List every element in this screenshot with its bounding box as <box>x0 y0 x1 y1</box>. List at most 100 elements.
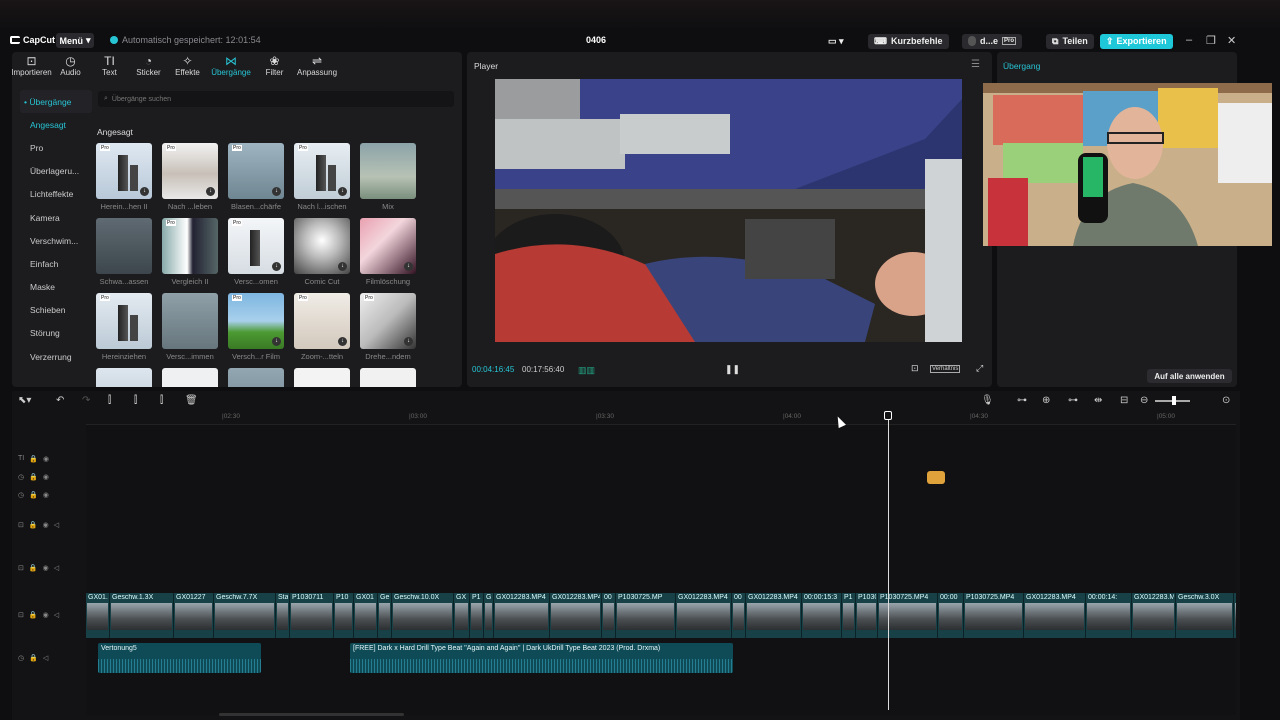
video-clip[interactable]: P1 <box>842 593 856 638</box>
transition-tile[interactable]: Pro <box>96 293 152 349</box>
video-clip[interactable]: P1030711 <box>290 593 334 638</box>
link-icon[interactable]: ⊶ <box>1017 395 1027 406</box>
video-clip[interactable]: Geschw.10.0X <box>392 593 454 638</box>
video-clip[interactable]: P1030 <box>856 593 878 638</box>
transition-tile[interactable] <box>294 368 350 387</box>
video-clip[interactable]: P1030725.MP4 <box>878 593 938 638</box>
category-item[interactable]: Schieben <box>20 299 92 322</box>
lock-icon[interactable]: 🔒 <box>29 473 38 481</box>
snapshot-icon[interactable]: ⊡ <box>911 363 919 374</box>
video-clip[interactable]: 00 <box>732 593 746 638</box>
speaker-icon[interactable]: ◁ <box>54 521 59 529</box>
transition-tile[interactable]: Pro ↓ <box>294 143 350 199</box>
video-clip[interactable]: P1 <box>470 593 484 638</box>
video-clip[interactable]: GX012283.MP4 <box>746 593 802 638</box>
download-icon[interactable]: ↓ <box>140 187 149 196</box>
delete-icon[interactable]: 🗑 <box>185 395 198 406</box>
category-item[interactable]: Maske <box>20 276 92 299</box>
time-ruler[interactable]: |02:30 |03:00 |03:30 |04:00 |04:30 |05:0… <box>86 411 1236 425</box>
export-button[interactable]: ⇪ Exportieren <box>1100 33 1173 49</box>
timeline-scrollbar[interactable] <box>219 713 404 716</box>
keyframe-marker[interactable] <box>927 471 945 484</box>
tool-effects[interactable]: ✧ Effekte <box>168 52 207 80</box>
video-clip[interactable]: Sta <box>276 593 290 638</box>
video-clip[interactable]: F <box>1234 593 1236 638</box>
eye-icon[interactable]: ◉ <box>43 473 49 481</box>
video-clip[interactable]: Geschw.1.3X <box>110 593 174 638</box>
redo-icon[interactable]: ↷ <box>82 395 90 406</box>
pause-icon[interactable]: ❚❚ <box>725 364 740 375</box>
hamburger-menu-icon[interactable]: ☰ <box>971 59 980 70</box>
transition-tile[interactable]: ↓ <box>360 218 416 274</box>
lock-icon[interactable]: 🔒 <box>29 521 38 529</box>
eye-icon[interactable]: ◉ <box>43 611 49 619</box>
apply-all-button[interactable]: Auf alle anwenden <box>1147 369 1232 383</box>
tool-text[interactable]: TI Text <box>90 52 129 80</box>
download-icon[interactable]: ↓ <box>272 337 281 346</box>
playhead-handle[interactable] <box>884 411 892 420</box>
video-clip[interactable]: Geschw.7.7X <box>214 593 276 638</box>
zoom-slider-handle[interactable] <box>1172 396 1176 405</box>
snap-icon[interactable]: ⊕ <box>1042 395 1050 406</box>
lock-icon[interactable]: 🔒 <box>29 654 38 662</box>
lock-icon[interactable]: 🔒 <box>29 611 38 619</box>
eye-icon[interactable]: ◉ <box>43 521 49 529</box>
caption-icon[interactable]: ⊟ <box>1120 395 1128 406</box>
video-clip[interactable]: GX012283.MP4 <box>494 593 550 638</box>
audio-clip[interactable]: [FREE] Dark x Hard Drill Type Beat ''Aga… <box>350 643 733 673</box>
download-icon[interactable]: ↓ <box>404 337 413 346</box>
category-header[interactable]: • Übergänge <box>20 90 92 114</box>
category-item[interactable]: Angesagt <box>20 113 92 136</box>
category-item[interactable]: Lichteffekte <box>20 183 92 206</box>
playhead[interactable] <box>884 411 892 710</box>
magnet-icon[interactable]: ⊶ <box>1068 395 1078 406</box>
preview-axis-icon[interactable]: ⇹ <box>1094 395 1102 406</box>
video-clip[interactable]: Geschw.3.0X <box>1176 593 1234 638</box>
layout-button[interactable]: ▭ ▾ <box>828 33 844 49</box>
video-clip[interactable]: GX012283.MP4 <box>676 593 732 638</box>
close-icon[interactable]: ✕ <box>1227 34 1236 47</box>
video-clip[interactable]: P1030725.MP4 <box>964 593 1024 638</box>
microphone-icon[interactable]: 🎙 <box>981 395 994 406</box>
transition-tile[interactable]: Pro ↓ <box>360 293 416 349</box>
fit-icon[interactable]: ⊙ <box>1222 395 1230 406</box>
video-clip[interactable]: P1030725.MP <box>616 593 676 638</box>
audio-clip[interactable]: Vertonung5 <box>98 643 261 673</box>
transition-tile[interactable] <box>228 368 284 387</box>
transition-tile[interactable] <box>162 293 218 349</box>
video-clip[interactable]: GX012283.M <box>1132 593 1176 638</box>
video-clip[interactable]: 00 <box>602 593 616 638</box>
transition-tile[interactable]: Pro ↓ <box>228 143 284 199</box>
menu-button[interactable]: Menü ▾ <box>56 33 94 48</box>
split-icon[interactable]: ⫿ <box>108 395 111 406</box>
transition-tile[interactable]: Pro <box>162 218 218 274</box>
category-item[interactable]: Störung <box>20 322 92 345</box>
zoom-out-icon[interactable]: ⊖ <box>1140 395 1148 406</box>
category-item[interactable]: Einfach <box>20 252 92 275</box>
download-icon[interactable]: ↓ <box>272 262 281 271</box>
lock-icon[interactable]: 🔒 <box>29 455 38 463</box>
share-button[interactable]: ⧉ Teilen <box>1046 33 1094 49</box>
category-item[interactable]: Überlageru... <box>20 160 92 183</box>
undo-icon[interactable]: ↶ <box>56 395 64 406</box>
download-icon[interactable]: ↓ <box>206 187 215 196</box>
transition-tile[interactable]: Pro ↓ <box>228 218 284 274</box>
category-item[interactable]: Verschwim... <box>20 229 92 252</box>
tool-sticker[interactable]: ◔ Sticker <box>129 52 168 80</box>
tool-import[interactable]: ⊡ Importieren <box>11 52 51 80</box>
speaker-icon[interactable]: ◁ <box>54 611 59 619</box>
video-clip[interactable]: 00:00:15:3 <box>802 593 842 638</box>
category-item[interactable]: Pro <box>20 136 92 159</box>
transition-tile[interactable]: Pro ↓ <box>228 293 284 349</box>
video-clip[interactable]: GX <box>454 593 470 638</box>
transition-tile[interactable]: Pro ↓ <box>96 143 152 199</box>
transition-tile[interactable] <box>360 368 416 387</box>
download-icon[interactable]: ↓ <box>272 187 281 196</box>
fullscreen-icon[interactable]: ⤢ <box>976 363 983 374</box>
transition-tile[interactable] <box>162 368 218 387</box>
transition-tile[interactable]: Pro ↓ <box>294 293 350 349</box>
download-icon[interactable]: ↓ <box>404 262 413 271</box>
tool-filter[interactable]: ❀ Filter <box>255 52 294 80</box>
tool-transitions[interactable]: ⋈ Übergänge <box>207 52 255 80</box>
project-title[interactable]: 0406 <box>586 35 606 45</box>
